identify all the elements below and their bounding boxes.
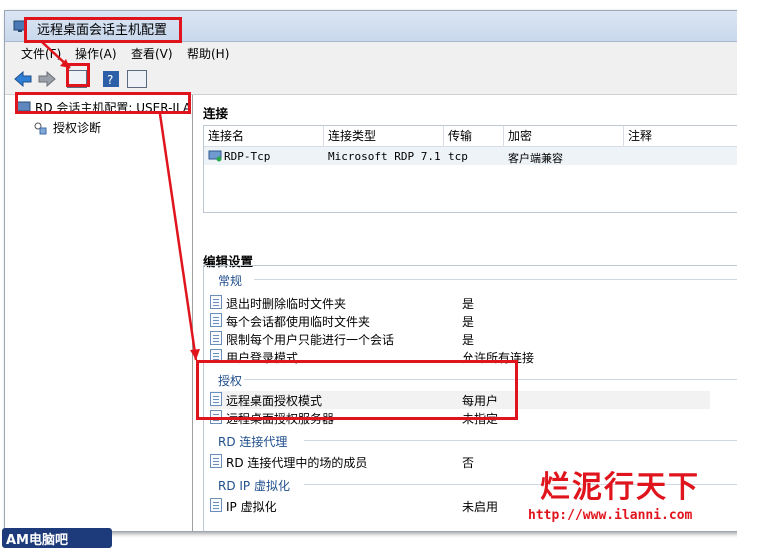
corner-logo: AM电脑吧 [2, 528, 112, 548]
torn-edge [737, 0, 767, 554]
watermark-brand: 烂泥行天下 [540, 470, 700, 505]
watermark-url: http://www.ilanni.com [528, 508, 693, 523]
